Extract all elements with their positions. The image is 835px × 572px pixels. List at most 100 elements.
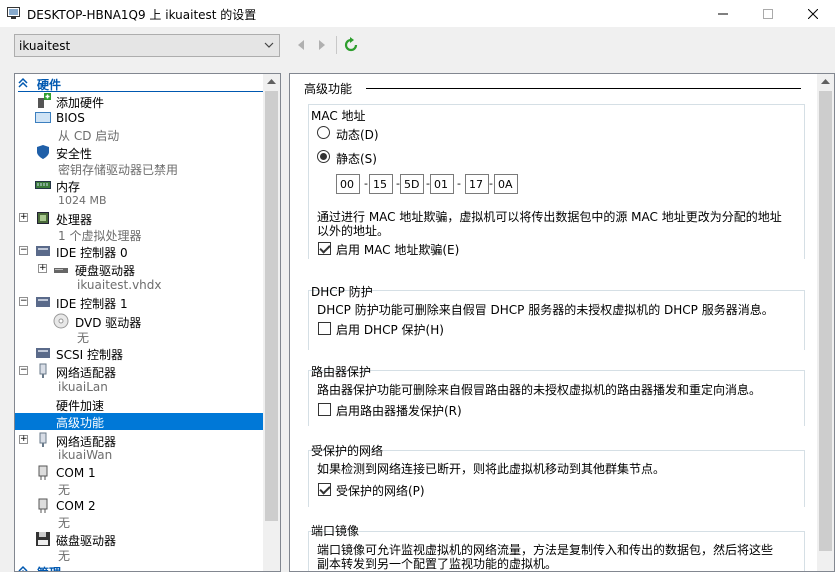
mac-spoof-checkbox[interactable] <box>318 242 331 255</box>
forward-arrow-icon[interactable] <box>315 37 329 53</box>
tree-item-network-adapter-lan[interactable]: − 网络适配器 <box>15 363 263 380</box>
maximize-button[interactable] <box>745 0 791 27</box>
title-rule <box>366 88 801 89</box>
settings-scrollbar[interactable] <box>817 74 834 571</box>
mac-octet-5[interactable]: 17 <box>465 174 489 194</box>
collapse-chevrons-icon <box>18 77 28 88</box>
mirror-description-2: 副本转发到另一个配置了监视功能的虚拟机。 <box>317 557 558 571</box>
router-guard-label[interactable]: 启用路由器播发保护(R) <box>336 402 462 419</box>
dvd-disc-icon <box>53 313 69 329</box>
tree-item-bios[interactable]: BIOS <box>15 110 263 126</box>
back-arrow-icon[interactable] <box>294 37 308 53</box>
mac-octet-6[interactable]: 0A <box>494 174 518 194</box>
tree-item-security-detail: 密钥存储驱动器已禁用 <box>58 163 179 177</box>
dhcp-section-title: DHCP 防护 <box>311 285 373 299</box>
tree-item-ide-controller-1[interactable]: − IDE 控制器 1 <box>15 294 263 311</box>
tree-item-dvd-detail: 无 <box>77 331 90 345</box>
tree-item-security[interactable]: 安全性 <box>15 144 263 161</box>
bios-icon <box>35 112 51 123</box>
add-hardware-icon <box>38 93 51 108</box>
mac-octet-1[interactable]: 00 <box>336 174 360 194</box>
mac-separator: - <box>489 177 493 190</box>
floppy-disk-icon <box>36 532 50 546</box>
mac-octet-3[interactable]: 5D <box>400 174 424 194</box>
tree-item-processor-detail: 1 个虚拟处理器 <box>58 229 142 243</box>
tree-item-diskette-drive[interactable]: 磁盘驱动器 <box>15 531 263 548</box>
expand-plus-icon[interactable]: + <box>38 264 47 273</box>
com-port-icon <box>38 498 48 513</box>
dynamic-mac-radio[interactable] <box>317 126 330 139</box>
dhcp-guard-label[interactable]: 启用 DHCP 保护(H) <box>336 321 444 338</box>
minimize-button[interactable] <box>700 0 746 27</box>
tree-item-memory-detail: 1024 MB <box>58 194 107 207</box>
router-guard-checkbox[interactable] <box>318 403 331 416</box>
router-description: 路由器保护功能可删除来自假冒路由器的未授权虚拟机的路由器播发和重定向消息。 <box>317 383 762 397</box>
tree-item-com2-detail: 无 <box>58 516 71 530</box>
settings-app-icon <box>7 7 20 19</box>
router-section-title: 路由器保护 <box>311 365 372 379</box>
tree-item-com2[interactable]: COM 2 <box>15 498 263 514</box>
ide-controller-icon <box>36 246 50 256</box>
network-adapter-icon <box>39 432 47 447</box>
static-mac-radio[interactable] <box>317 150 330 163</box>
refresh-icon[interactable] <box>343 37 359 53</box>
close-button[interactable] <box>790 0 835 27</box>
expand-plus-icon[interactable]: + <box>19 213 28 222</box>
tree-header-management[interactable]: 管理 <box>15 563 263 571</box>
tree-item-com1[interactable]: COM 1 <box>15 465 263 481</box>
chevron-down-icon <box>264 42 274 48</box>
collapse-chevrons-icon <box>18 565 28 571</box>
mac-spoof-label[interactable]: 启用 MAC 地址欺骗(E) <box>336 241 459 258</box>
mac-section-title: MAC 地址 <box>311 109 366 123</box>
scroll-up-icon[interactable] <box>821 78 830 86</box>
vm-select-value: ikuaitest <box>19 39 71 53</box>
collapse-minus-icon[interactable]: − <box>19 366 28 375</box>
dynamic-mac-label[interactable]: 动态(D) <box>336 126 379 143</box>
tree-item-processor[interactable]: + 处理器 <box>15 210 263 227</box>
title-bar: DESKTOP-HBNA1Q9 上 ikuaitest 的设置 <box>0 0 835 27</box>
hardware-tree-panel: 硬件 添加硬件 BIOS 从 CD 启动 安全性 密钥存储驱动器已禁用 内存 1… <box>14 73 281 572</box>
tree-scrollbar[interactable] <box>263 74 280 571</box>
tree-item-diskette-detail: 无 <box>58 549 71 563</box>
scroll-up-icon[interactable] <box>267 78 276 86</box>
dhcp-description: DHCP 防护功能可删除来自假冒 DHCP 服务器的未授权虚拟机的 DHCP 服… <box>317 303 774 317</box>
tree-item-hard-drive-detail: ikuaitest.vhdx <box>77 278 162 292</box>
collapse-minus-icon[interactable]: − <box>19 246 28 255</box>
tree-item-network-wan-detail: ikuaiWan <box>58 448 113 462</box>
tree-item-ide-controller-0[interactable]: − IDE 控制器 0 <box>15 243 263 260</box>
tree-item-hard-drive[interactable]: + 硬盘驱动器 <box>15 261 263 278</box>
dhcp-guard-checkbox[interactable] <box>318 322 331 335</box>
shield-icon <box>37 145 49 159</box>
mac-octet-2[interactable]: 15 <box>369 174 393 194</box>
memory-icon <box>35 181 51 189</box>
tree-item-network-adapter-wan[interactable]: + 网络适配器 <box>15 432 263 449</box>
mac-octet-4[interactable]: 01 <box>430 174 454 194</box>
tree-item-network-lan-detail: ikuaiLan <box>58 380 108 394</box>
tree-item-hardware-acceleration[interactable]: 硬件加速 <box>15 396 263 413</box>
scsi-controller-icon <box>36 348 50 358</box>
static-mac-label[interactable]: 静态(S) <box>336 150 377 167</box>
processor-icon <box>37 212 49 224</box>
settings-panel: 高级功能 MAC 地址 动态(D) 静态(S) 00 - 15 - 5D - 0… <box>289 73 835 572</box>
expand-plus-icon[interactable]: + <box>19 435 28 444</box>
tree-scroll-thumb[interactable] <box>265 91 278 521</box>
header-rule <box>18 91 263 92</box>
tree-item-advanced-features[interactable]: 高级功能 <box>15 413 263 430</box>
tree-item-dvd-drive[interactable]: DVD 驱动器 <box>15 313 263 330</box>
mac-separator: - <box>457 177 461 190</box>
tree-item-add-hardware[interactable]: 添加硬件 <box>15 93 263 110</box>
protected-network-checkbox[interactable] <box>318 483 331 496</box>
tree-item-memory[interactable]: 内存 <box>15 177 263 194</box>
dhcp-guard-section <box>308 290 805 350</box>
minimize-icon <box>718 13 728 14</box>
tree-item-bios-detail: 从 CD 启动 <box>58 129 120 143</box>
protected-network-label[interactable]: 受保护的网络(P) <box>336 482 425 499</box>
tree-item-scsi-controller[interactable]: SCSI 控制器 <box>15 345 263 362</box>
protected-section-title: 受保护的网络 <box>311 444 384 458</box>
collapse-minus-icon[interactable]: − <box>19 297 28 306</box>
settings-scroll-thumb[interactable] <box>819 91 832 551</box>
tree-header-hardware[interactable]: 硬件 <box>15 75 263 92</box>
mac-spoof-description-2: 以外的地址。 <box>317 224 390 238</box>
com-port-icon <box>38 465 48 480</box>
vm-select-dropdown[interactable]: ikuaitest <box>14 34 280 57</box>
